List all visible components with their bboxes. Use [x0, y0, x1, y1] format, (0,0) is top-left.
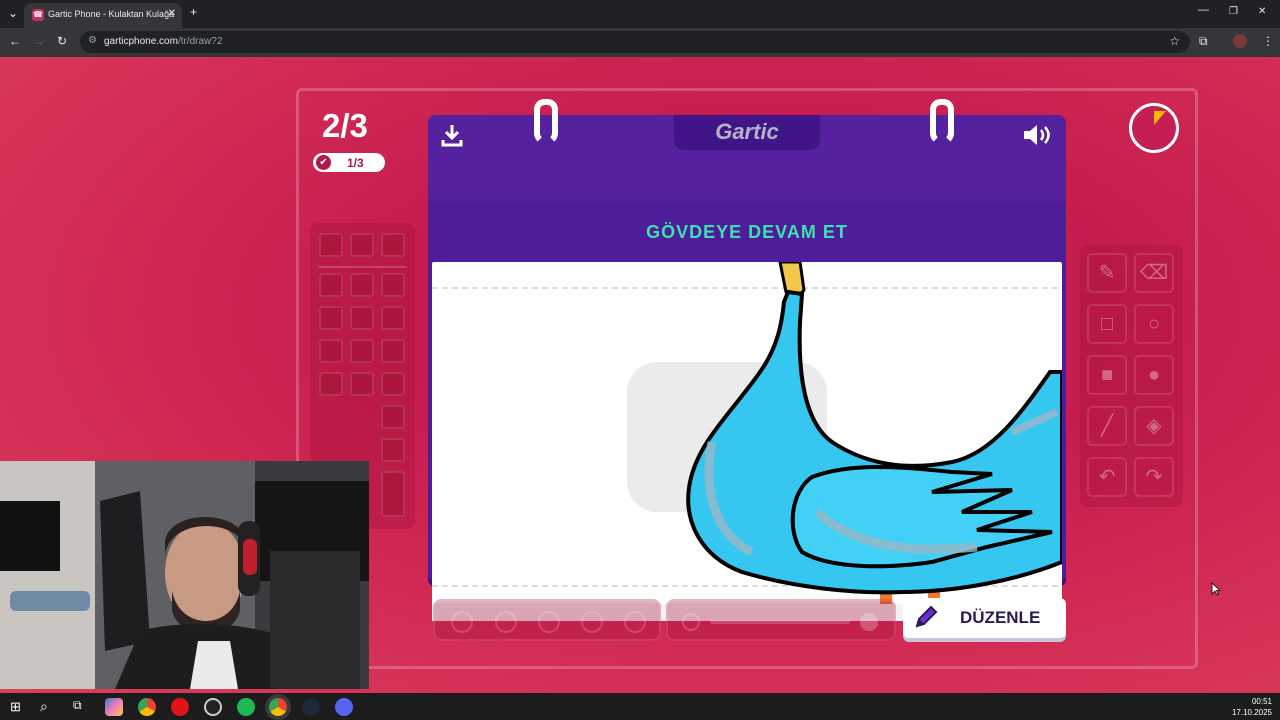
color-swatch[interactable] [381, 339, 405, 363]
chrome-active-icon[interactable] [269, 698, 287, 716]
opera-icon[interactable] [171, 698, 189, 716]
color-swatch[interactable] [381, 405, 405, 429]
redo-icon[interactable]: ↷ [1134, 457, 1174, 497]
restore-icon[interactable]: ❐ [1229, 6, 1238, 17]
fill-bucket-tool-icon[interactable]: ◈ [1134, 406, 1174, 446]
opacity-track[interactable] [710, 620, 850, 624]
custom-color-swatch[interactable] [381, 471, 405, 517]
reload-icon[interactable]: ↻ [57, 34, 67, 48]
bookmark-star-icon[interactable]: ☆ [1169, 34, 1180, 48]
browser-tab[interactable]: ☎ Gartic Phone - Kulaktan Kulağa ✕ [24, 3, 182, 28]
drawing-canvas[interactable] [432, 262, 1062, 617]
line-tool-icon[interactable]: ╱ [1087, 406, 1127, 446]
rectangle-outline-tool-icon[interactable]: □ [1087, 304, 1127, 344]
forward-icon[interactable]: → [33, 34, 45, 48]
discord-icon[interactable] [335, 698, 353, 716]
color-swatch[interactable] [350, 306, 374, 330]
rectangle-fill-tool-icon[interactable]: ■ [1087, 355, 1127, 395]
volume-icon[interactable] [1022, 123, 1054, 147]
gartic-favicon-icon: ☎ [32, 9, 44, 21]
profile-avatar[interactable] [1233, 34, 1247, 48]
ellipse-fill-tool-icon[interactable]: ● [1134, 355, 1174, 395]
drawing-tools-panel: ✎ ⌫ □ ○ ■ ● ╱ ◈ ↶ ↷ [1080, 245, 1183, 507]
back-icon[interactable]: ← [9, 34, 21, 48]
clock-time: 00:51 [1251, 697, 1272, 706]
tab-list-icon[interactable]: ⌄ [8, 6, 18, 20]
download-icon[interactable] [440, 123, 464, 147]
brush-size-4[interactable] [581, 611, 603, 633]
color-swatch[interactable] [350, 372, 374, 396]
color-swatch[interactable] [319, 273, 343, 297]
edit-button[interactable]: DÜZENLE [903, 598, 1066, 638]
opacity-slider[interactable] [666, 599, 896, 641]
browser-toolbar: ← → ↻ ⚙ garticphone.com/tr/draw?2 ☆ ⧉ ⋮ [0, 28, 1280, 57]
chrome-icon[interactable] [138, 698, 156, 716]
color-swatch[interactable] [381, 273, 405, 297]
spotify-icon[interactable] [237, 698, 255, 716]
steam-icon[interactable] [302, 698, 320, 716]
prompt-text: GÖVDEYE DEVAM ET [646, 222, 848, 242]
ellipse-outline-tool-icon[interactable]: ○ [1134, 304, 1174, 344]
gartic-logo: Gartic [674, 115, 820, 150]
extensions-icon[interactable]: ⧉ [1199, 34, 1208, 49]
pen-tool-icon[interactable]: ✎ [1087, 253, 1127, 293]
color-swatch[interactable] [319, 372, 343, 396]
menu-kebab-icon[interactable]: ⋮ [1262, 34, 1274, 48]
windows-taskbar: ⊞ ⌕ ⧉ 00:51 17.10.2025 [0, 693, 1280, 720]
new-tab-button[interactable]: + [190, 5, 197, 19]
color-swatch[interactable] [350, 233, 374, 257]
minimize-icon[interactable]: — [1198, 4, 1209, 16]
address-bar[interactable]: ⚙ garticphone.com/tr/draw?2 ☆ [80, 31, 1190, 53]
edit-button-label: DÜZENLE [960, 608, 1041, 627]
color-swatch[interactable] [381, 233, 405, 257]
game-page: 2/3 ✔ 1/3 ✎ ⌫ □ ○ ■ ● ╱ ◈ ↶ ↷ Gartic GÖV… [0, 57, 1280, 693]
brush-size-selector [433, 599, 661, 641]
opacity-handle[interactable] [860, 613, 878, 631]
brush-size-2[interactable] [495, 611, 517, 633]
close-window-icon[interactable]: ✕ [1258, 6, 1266, 17]
notebook-ring-left [534, 99, 558, 145]
mouse-cursor-icon [1211, 582, 1221, 596]
obs-icon[interactable] [204, 698, 222, 716]
notebook-header: Gartic [428, 115, 1066, 201]
webcam-image [0, 461, 369, 689]
players-done-count: 1/3 [347, 156, 364, 170]
browser-tab-bar: ⌄ ☎ Gartic Phone - Kulaktan Kulağa ✕ + —… [0, 0, 1280, 28]
notebook-ring-right [930, 99, 954, 145]
copilot-icon[interactable] [105, 698, 123, 716]
color-swatch[interactable] [381, 306, 405, 330]
color-swatch[interactable] [319, 233, 343, 257]
eraser-tool-icon[interactable]: ⌫ [1134, 253, 1174, 293]
opacity-min-icon [682, 613, 700, 631]
drawing-notebook: Gartic GÖVDEYE DEVAM ET [428, 99, 1066, 621]
task-view-icon[interactable]: ⧉ [73, 698, 82, 713]
search-icon[interactable]: ⌕ [40, 698, 48, 715]
bird-drawing [432, 262, 1062, 614]
brush-size-1[interactable] [451, 611, 473, 633]
clock-date: 17.10.2025 [1231, 708, 1272, 717]
site-info-icon[interactable]: ⚙ [88, 35, 97, 46]
color-swatch[interactable] [350, 273, 374, 297]
round-counter: 2/3 [322, 107, 368, 144]
check-icon: ✔ [316, 155, 331, 170]
tab-close-icon[interactable]: ✕ [168, 8, 176, 19]
webcam-overlay [0, 461, 369, 689]
color-swatch[interactable] [319, 339, 343, 363]
color-swatch[interactable] [381, 438, 405, 462]
undo-icon[interactable]: ↶ [1087, 457, 1127, 497]
color-swatch[interactable] [350, 339, 374, 363]
pencil-icon [915, 605, 938, 628]
color-swatch[interactable] [381, 372, 405, 396]
palette-divider [318, 266, 406, 268]
timer-icon [1129, 103, 1179, 153]
url-text: garticphone.com/tr/draw?2 [104, 36, 223, 47]
brush-size-3[interactable] [538, 611, 560, 633]
tab-title: Gartic Phone - Kulaktan Kulağa [48, 9, 175, 19]
start-windows-icon[interactable]: ⊞ [10, 699, 21, 715]
system-clock[interactable]: 00:51 17.10.2025 [1232, 696, 1272, 718]
players-done-badge: ✔ 1/3 [313, 153, 385, 172]
color-swatch[interactable] [319, 306, 343, 330]
brush-size-5[interactable] [624, 611, 646, 633]
